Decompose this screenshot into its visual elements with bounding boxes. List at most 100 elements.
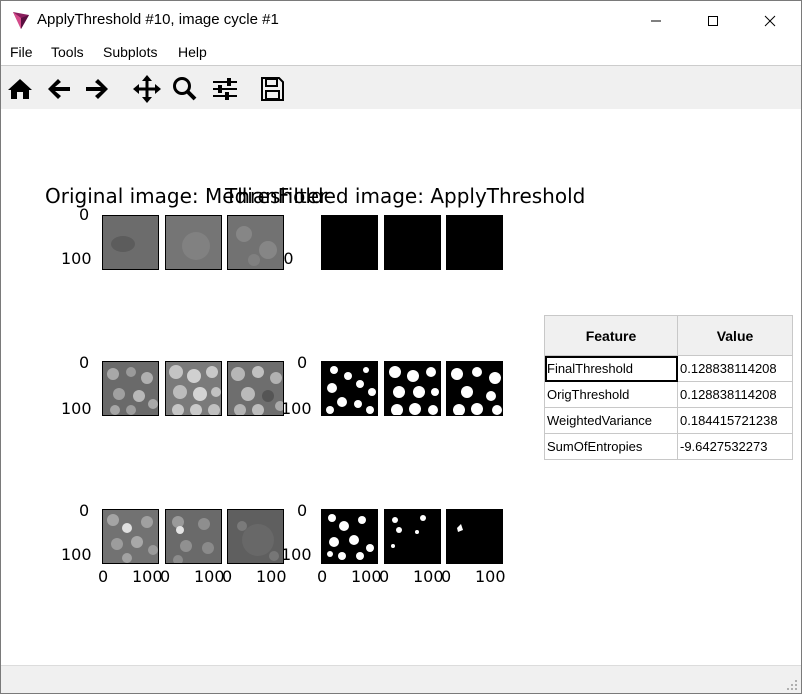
pan-button[interactable]: [132, 74, 162, 104]
binary-mask: [447, 362, 502, 415]
close-button[interactable]: [747, 1, 793, 40]
home-icon: [8, 79, 32, 99]
feature-cell[interactable]: WeightedVariance: [544, 407, 678, 434]
x-tick-label: 100: [351, 567, 382, 586]
cells-texture: [166, 510, 221, 563]
cells-texture: [103, 362, 158, 415]
menu-help[interactable]: Help: [178, 44, 207, 60]
thresholded-image-tile: [321, 361, 378, 416]
value-cell[interactable]: -9.6427532273: [677, 433, 793, 460]
title-bar[interactable]: ApplyThreshold #10, image cycle #1: [1, 1, 801, 40]
thresholded-image-tile: [446, 215, 503, 270]
x-tick-label: 100: [194, 567, 225, 586]
cells-texture: [228, 510, 283, 563]
cells-texture: [228, 362, 283, 415]
maximize-icon: [708, 15, 718, 26]
feature-cell[interactable]: OrigThreshold: [544, 381, 678, 408]
home-button[interactable]: [5, 74, 35, 104]
value-cell[interactable]: 0.184415721238: [677, 407, 793, 434]
minimize-button[interactable]: [633, 1, 679, 40]
thresholded-image-title: Thresholded image: ApplyThreshold: [225, 184, 586, 208]
forward-icon: [86, 79, 108, 99]
table-header-row: Feature Value: [544, 315, 793, 356]
pan-icon: [133, 75, 161, 103]
zoom-icon: [173, 77, 197, 101]
status-bar: [1, 665, 801, 693]
thresholded-image-tile: [384, 215, 441, 270]
menu-bar: File Tools Subplots Help: [1, 41, 801, 65]
forward-button[interactable]: [82, 74, 112, 104]
toolbar: [1, 65, 801, 110]
value-cell[interactable]: 0.128838114208: [677, 355, 793, 382]
x-tick-label: 100: [413, 567, 444, 586]
zoom-button[interactable]: [170, 74, 200, 104]
table-row[interactable]: WeightedVariance 0.184415721238: [544, 407, 793, 434]
value-cell[interactable]: 0.128838114208: [677, 381, 793, 408]
y-tick-label: 100: [61, 399, 92, 418]
thresholded-image-tile: [384, 509, 441, 564]
feature-column-header[interactable]: Feature: [544, 315, 678, 356]
x-tick-label: 100: [256, 567, 287, 586]
thresholded-image-tile: [321, 509, 378, 564]
x-tick-label: 0: [160, 567, 171, 586]
application-window: ApplyThreshold #10, image cycle #1 File …: [0, 0, 802, 694]
table-row[interactable]: FinalThreshold 0.128838114208: [544, 355, 793, 382]
figure-canvas[interactable]: Original image: MedianFilter Thresholded…: [1, 109, 801, 665]
resize-grip-icon[interactable]: [786, 679, 798, 691]
original-image-tile: [227, 509, 284, 564]
y-tick-label: 100: [281, 399, 312, 418]
x-tick-label: 100: [132, 567, 163, 586]
tissue-texture: [166, 216, 221, 269]
x-tick-label: 0: [441, 567, 452, 586]
original-image-tile: [227, 215, 284, 270]
cells-texture: [103, 510, 158, 563]
binary-mask: [322, 362, 377, 415]
original-image-tile: [165, 509, 222, 564]
cells-texture: [166, 362, 221, 415]
menu-tools[interactable]: Tools: [51, 44, 84, 60]
y-tick-label: 0: [297, 501, 308, 520]
binary-mask: [447, 510, 502, 563]
original-image-tile: [227, 361, 284, 416]
y-tick-label: 100: [61, 249, 92, 268]
thresholded-image-tile: [446, 509, 503, 564]
y-tick-label: 0: [297, 353, 308, 372]
value-column-header[interactable]: Value: [677, 315, 793, 356]
x-tick-label: 100: [475, 567, 506, 586]
thresholded-image-tile: [384, 361, 441, 416]
menu-file[interactable]: File: [10, 44, 33, 60]
save-button[interactable]: [257, 74, 287, 104]
original-image-tile: [102, 361, 159, 416]
x-tick-label: 0: [317, 567, 328, 586]
tissue-texture: [228, 216, 283, 269]
window-title: ApplyThreshold #10, image cycle #1: [37, 11, 279, 28]
original-image-tile: [102, 215, 159, 270]
binary-mask: [385, 362, 440, 415]
maximize-button[interactable]: [690, 1, 736, 40]
binary-mask: [322, 510, 377, 563]
y-tick-label: 0: [79, 205, 90, 224]
x-tick-label: 0: [379, 567, 390, 586]
table-row[interactable]: OrigThreshold 0.128838114208: [544, 381, 793, 408]
menu-subplots[interactable]: Subplots: [103, 44, 157, 60]
configure-icon: [213, 78, 237, 100]
y-tick-label: 100: [61, 545, 92, 564]
binary-mask: [385, 510, 440, 563]
tissue-texture: [103, 216, 158, 269]
x-tick-label: 0: [222, 567, 233, 586]
y-tick-label: 0: [79, 501, 90, 520]
feature-cell[interactable]: SumOfEntropies: [544, 433, 678, 460]
configure-subplots-button[interactable]: [210, 74, 240, 104]
original-image-tile: [165, 215, 222, 270]
table-row[interactable]: SumOfEntropies -9.6427532273: [544, 433, 793, 460]
minimize-icon: [651, 20, 661, 21]
save-icon: [261, 77, 284, 101]
original-image-tile: [165, 361, 222, 416]
back-button[interactable]: [44, 74, 74, 104]
original-image-tile: [102, 509, 159, 564]
feature-table: Feature Value FinalThreshold 0.128838114…: [544, 315, 793, 460]
y-tick-label: 100: [281, 545, 312, 564]
feature-cell[interactable]: FinalThreshold: [544, 355, 678, 382]
x-tick-label: 0: [98, 567, 109, 586]
back-icon: [48, 79, 70, 99]
